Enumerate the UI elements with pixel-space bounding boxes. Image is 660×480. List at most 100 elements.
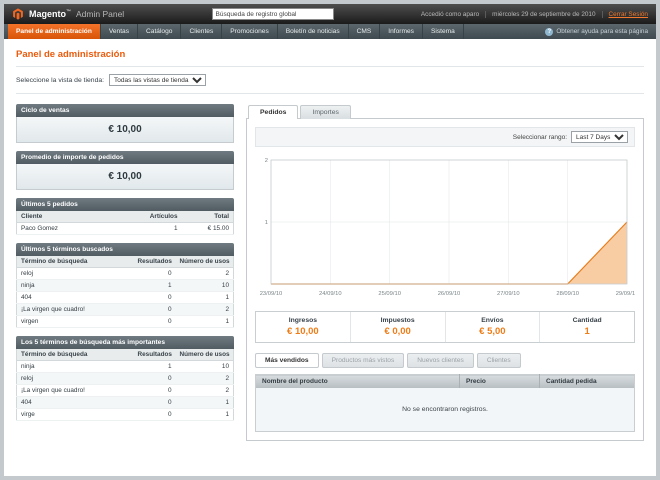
svg-text:1: 1 — [265, 220, 268, 226]
table-header-row: Cliente Artículos Total — [17, 211, 234, 223]
col-header-uses: Número de usos — [176, 256, 234, 268]
total-value: € 0,00 — [353, 326, 443, 337]
nav-item-informes[interactable]: Informes — [380, 24, 423, 39]
table-row[interactable]: Paco Gomez 1 € 15.00 — [17, 223, 234, 235]
nav-item-ventas[interactable]: Ventas — [101, 24, 138, 39]
table-row[interactable]: ¡La virgen que cuadro! 0 2 — [17, 304, 234, 316]
total-value: € 5,00 — [448, 326, 538, 337]
nav-item-sistema[interactable]: Sistema — [423, 24, 464, 39]
cell-uses: 10 — [176, 280, 234, 292]
tab-productos-mas-vistos[interactable]: Productos más vistos — [322, 353, 405, 368]
global-search-input[interactable] — [212, 8, 334, 20]
table-row[interactable]: ¡La virgen que cuadro! 0 2 — [17, 385, 234, 397]
nav-item-clientes[interactable]: Clientes — [181, 24, 222, 39]
chart-wrap: 23/09/1024/09/1025/09/1026/09/1027/09/10… — [255, 152, 635, 305]
svg-text:28/09/10: 28/09/10 — [556, 291, 579, 297]
cell-term: ¡La virgen que cuadro! — [17, 304, 134, 316]
nav-item-cms[interactable]: CMS — [349, 24, 381, 39]
cell-results: 1 — [134, 280, 176, 292]
cell-results: 1 — [134, 361, 176, 373]
help-link[interactable]: ? Obtener ayuda para esta página — [545, 24, 652, 39]
total-ingresos: Ingresos € 10,00 — [256, 312, 350, 342]
nav-item-dashboard[interactable]: Panel de administración — [8, 24, 101, 39]
box-title-last-search: Últimos 5 términos buscados — [16, 243, 234, 256]
cell-results: 0 — [134, 292, 176, 304]
cell-term: ninja — [17, 361, 134, 373]
range-label: Seleccionar rango: — [513, 134, 567, 141]
lifetime-sales-box: Ciclo de ventas € 10,00 — [16, 104, 234, 143]
browser-viewport: Magento™ Admin Panel Accedió como aparo … — [0, 0, 660, 480]
average-orders-box: Promedio de importe de pedidos € 10,00 — [16, 151, 234, 190]
store-view-select[interactable]: Todas las vistas de tienda — [109, 74, 206, 86]
col-header-qty: Cantidad pedida — [540, 375, 635, 389]
logo-tm: ™ — [66, 9, 71, 15]
cell-term: ninja — [17, 280, 134, 292]
last-search-box: Últimos 5 términos buscados Término de b… — [16, 243, 234, 328]
cell-uses: 2 — [176, 373, 234, 385]
total-label: Impuestos — [353, 317, 443, 324]
col-header-results: Resultados — [134, 256, 176, 268]
magento-logo-icon — [12, 8, 24, 20]
col-header-total: Total — [182, 211, 234, 223]
cell-uses: 1 — [176, 409, 234, 421]
total-impuestos: Impuestos € 0,00 — [350, 312, 445, 342]
tab-mas-vendidos[interactable]: Más vendidos — [255, 353, 319, 368]
cell-uses: 1 — [176, 316, 234, 328]
table-header-row: Término de búsqueda Resultados Número de… — [17, 256, 234, 268]
tab-importes[interactable]: Importes — [300, 105, 350, 119]
table-row[interactable]: ninja 1 10 — [17, 280, 234, 292]
table-row[interactable]: ninja 1 10 — [17, 361, 234, 373]
table-row[interactable]: reloj 0 2 — [17, 373, 234, 385]
top-search-box: Los 5 términos de búsqueda más important… — [16, 336, 234, 421]
total-value: € 10,00 — [258, 326, 348, 337]
nav-item-boletin[interactable]: Boletín de noticias — [278, 24, 349, 39]
nav-item-catalogo[interactable]: Catálogo — [138, 24, 181, 39]
orders-chart: 23/09/1024/09/1025/09/1026/09/1027/09/10… — [255, 152, 635, 300]
cell-results: 0 — [134, 373, 176, 385]
svg-text:2: 2 — [265, 158, 268, 164]
help-label: Obtener ayuda para esta página — [556, 28, 648, 35]
cell-uses: 10 — [176, 361, 234, 373]
left-column: Ciclo de ventas € 10,00 Promedio de impo… — [16, 104, 234, 429]
cell-term: reloj — [17, 268, 134, 280]
table-row[interactable]: reloj 0 2 — [17, 268, 234, 280]
help-icon: ? — [545, 28, 553, 36]
col-header-term: Término de búsqueda — [17, 256, 134, 268]
svg-text:26/09/10: 26/09/10 — [438, 291, 461, 297]
header-user-area: Accedió como aparo miércoles 29 de septi… — [421, 11, 648, 18]
cell-uses: 2 — [176, 385, 234, 397]
svg-text:29/09/10: 29/09/10 — [616, 291, 635, 297]
table-row[interactable]: virge 0 1 — [17, 409, 234, 421]
range-select[interactable]: Last 7 Days — [571, 131, 628, 143]
svg-text:23/09/10: 23/09/10 — [260, 291, 283, 297]
empty-message: No se encontraron registros. — [256, 388, 635, 432]
empty-row: No se encontraron registros. — [256, 388, 635, 432]
table-row[interactable]: 404 0 1 — [17, 397, 234, 409]
dashboard-panel: Seleccionar rango: Last 7 Days 23/09/10 2… — [246, 118, 644, 441]
tab-clientes[interactable]: Clientes — [477, 353, 521, 368]
cell-customer: Paco Gomez — [17, 223, 140, 235]
date-text: miércoles 29 de septiembre de 2010 — [485, 11, 595, 18]
cell-term: virgen — [17, 316, 134, 328]
cell-uses: 1 — [176, 397, 234, 409]
header-bar: Magento™ Admin Panel Accedió como aparo … — [4, 4, 656, 24]
table-row[interactable]: virgen 0 1 — [17, 316, 234, 328]
total-label: Cantidad — [542, 317, 632, 324]
right-column: Pedidos Importes Seleccionar rango: Last… — [246, 104, 644, 441]
cell-term: virge — [17, 409, 134, 421]
cell-term: ¡La virgen que cuadro! — [17, 385, 134, 397]
grid-tabs: Más vendidos Productos más vistos Nuevos… — [255, 353, 635, 368]
tab-pedidos[interactable]: Pedidos — [248, 105, 298, 119]
store-view-switcher: Seleccione la vista de tienda: Todas las… — [16, 67, 644, 94]
cell-results: 0 — [134, 409, 176, 421]
box-title-top-search: Los 5 términos de búsqueda más important… — [16, 336, 234, 349]
nav-item-promociones[interactable]: Promociones — [222, 24, 277, 39]
tab-nuevos-clientes[interactable]: Nuevos clientes — [407, 353, 474, 368]
box-title-average-orders: Promedio de importe de pedidos — [16, 151, 234, 164]
table-row[interactable]: 404 0 1 — [17, 292, 234, 304]
logo-text: Magento™ — [29, 9, 71, 19]
logout-link[interactable]: Cerrar Sesión — [602, 11, 648, 18]
svg-text:25/09/10: 25/09/10 — [378, 291, 401, 297]
cell-results: 0 — [134, 304, 176, 316]
average-orders-value: € 10,00 — [16, 164, 234, 190]
